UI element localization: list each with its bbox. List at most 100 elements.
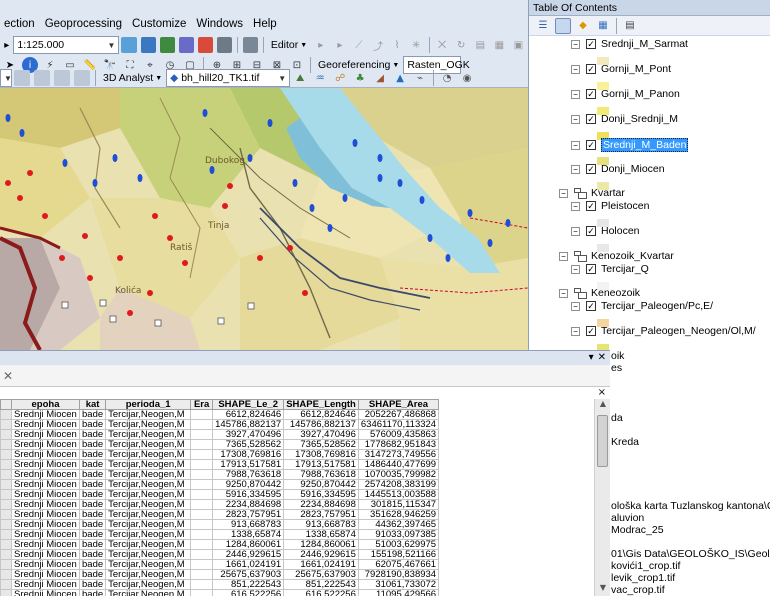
list-by-drawing-order-icon[interactable]: ☰ xyxy=(535,18,551,34)
cell-kat[interactable]: bade xyxy=(78,449,107,460)
table-row[interactable]: Srednji Miocen bade Tercijar,Neogen,M 2234,… xyxy=(0,499,440,510)
scrollbar-thumb[interactable] xyxy=(597,415,608,467)
row-selector[interactable] xyxy=(0,479,12,490)
column-header-shape-le-2[interactable]: SHAPE_Le_2 xyxy=(212,399,285,410)
cell-epoha[interactable]: Srednji Miocen xyxy=(11,549,80,560)
fixed-zoom-in-icon[interactable] xyxy=(34,70,50,86)
attributes-icon[interactable]: ▤ xyxy=(473,37,488,53)
collapse-icon[interactable]: − xyxy=(571,64,580,74)
cell-kat[interactable]: bade xyxy=(78,509,107,520)
cell-shape-length[interactable]: 7988,763618 xyxy=(283,469,359,480)
cell-shape-le-2[interactable]: 1284,860061 xyxy=(212,539,285,550)
table-row[interactable]: Srednji Miocen bade Tercijar,Neogen,M 25675… xyxy=(0,569,440,580)
cell-kat[interactable]: bade xyxy=(78,499,107,510)
row-selector[interactable] xyxy=(0,409,12,420)
cell-perioda[interactable]: Tercijar,Neogen,M xyxy=(105,509,192,520)
cell-perioda[interactable]: Tercijar,Neogen,M xyxy=(105,559,192,570)
cell-epoha[interactable]: Srednji Miocen xyxy=(11,459,80,470)
editor-toolbar-icon[interactable] xyxy=(121,37,137,53)
table-of-contents-icon[interactable] xyxy=(140,37,156,53)
cell-perioda[interactable]: Tercijar,Neogen,M xyxy=(105,589,192,596)
arcglobe-icon[interactable]: ◉ xyxy=(459,70,475,86)
cell-shape-length[interactable]: 3927,470496 xyxy=(283,429,359,440)
add-data-dropdown-icon[interactable]: ▸ xyxy=(2,37,11,53)
table-row[interactable]: Srednji Miocen bade Tercijar,Neogen,M 9250,… xyxy=(0,479,440,490)
cell-epoha[interactable]: Srednji Miocen xyxy=(11,469,80,480)
cell-shape-le-2[interactable]: 7365,528562 xyxy=(212,439,285,450)
layer-visibility-checkbox[interactable]: ✓ xyxy=(586,226,596,236)
cell-perioda[interactable]: Tercijar,Neogen,M xyxy=(105,579,192,590)
3d-analyst-menu-button[interactable]: 3D Analyst ▼ xyxy=(99,72,166,84)
toc-layer-gornji-m-pont[interactable]: − ✓ Gornji_M_Pont xyxy=(571,63,671,75)
cell-shape-length[interactable]: 17913,517581 xyxy=(283,459,359,470)
cell-epoha[interactable]: Srednji Miocen xyxy=(11,529,80,540)
row-selector[interactable] xyxy=(0,489,12,500)
table-row[interactable]: Srednji Miocen bade Tercijar,Neogen,M 913,6… xyxy=(0,519,440,530)
options-icon[interactable]: ▤ xyxy=(622,18,638,34)
cell-era[interactable] xyxy=(190,539,214,550)
close-window-icon[interactable]: ✕ xyxy=(598,352,606,363)
row-selector-header[interactable] xyxy=(0,399,12,410)
collapse-icon[interactable]: − xyxy=(559,288,568,298)
cell-shape-length[interactable]: 1284,860061 xyxy=(283,539,359,550)
cell-epoha[interactable]: Srednji Miocen xyxy=(11,479,80,490)
cell-era[interactable] xyxy=(190,589,214,596)
cell-shape-area[interactable]: 3147273,749556 xyxy=(357,449,440,460)
cell-perioda[interactable]: Tercijar,Neogen,M xyxy=(105,549,192,560)
arcscene-icon[interactable]: ◔ xyxy=(439,70,455,86)
row-selector[interactable] xyxy=(0,529,12,540)
cell-shape-length[interactable]: 17308,769816 xyxy=(283,449,359,460)
cell-shape-area[interactable]: 351628,946259 xyxy=(357,509,440,520)
table-row[interactable]: Srednji Miocen bade Tercijar,Neogen,M 2446,… xyxy=(0,549,440,560)
cell-kat[interactable]: bade xyxy=(78,539,107,550)
layer-visibility-checkbox[interactable]: ✓ xyxy=(586,264,596,274)
menu-selection[interactable]: ection xyxy=(0,18,41,30)
menu-windows[interactable]: Windows xyxy=(192,18,249,30)
row-selector[interactable] xyxy=(0,459,12,470)
cell-perioda[interactable]: Tercijar,Neogen,M xyxy=(105,489,192,500)
cell-kat[interactable]: bade xyxy=(78,589,107,596)
cell-shape-length[interactable]: 25675,637903 xyxy=(283,569,359,580)
column-header-shape-area[interactable]: SHAPE_Area xyxy=(357,399,440,410)
cell-shape-length[interactable]: 913,668783 xyxy=(283,519,359,530)
interpolate-line-icon[interactable]: ◢ xyxy=(372,70,388,86)
row-selector[interactable] xyxy=(0,579,12,590)
column-header-epoha[interactable]: epoha xyxy=(11,399,80,410)
arctoolbox-icon[interactable] xyxy=(197,37,213,53)
row-selector[interactable] xyxy=(0,449,12,460)
layer-visibility-checkbox[interactable]: ✓ xyxy=(586,89,596,99)
back-extent-icon[interactable] xyxy=(74,70,90,86)
table-row[interactable]: Srednji Miocen bade Tercijar,Neogen,M 17913… xyxy=(0,459,440,470)
cell-shape-area[interactable]: 301815,115347 xyxy=(357,499,440,510)
collapse-icon[interactable]: − xyxy=(559,251,568,261)
cell-shape-length[interactable]: 145786,882137 xyxy=(283,419,359,430)
toc-layer-gornji-m-panon[interactable]: − ✓ Gornji_M_Panon xyxy=(571,88,680,100)
cell-kat[interactable]: bade xyxy=(78,579,107,590)
list-by-selection-icon[interactable]: ▦ xyxy=(595,18,611,34)
cell-kat[interactable]: bade xyxy=(78,559,107,570)
cell-epoha[interactable]: Srednji Miocen xyxy=(11,579,80,590)
cell-shape-area[interactable]: 2574208,383199 xyxy=(357,479,440,490)
cell-shape-area[interactable]: 44362,397465 xyxy=(357,519,440,530)
map-view[interactable]: Tinja Ratiš Dubokog Kolića xyxy=(0,88,528,350)
cell-shape-length[interactable]: 7365,528562 xyxy=(283,439,359,450)
collapse-icon[interactable]: − xyxy=(571,301,580,311)
layer-visibility-checkbox[interactable]: ✓ xyxy=(586,301,596,311)
cell-shape-length[interactable]: 2823,757951 xyxy=(283,509,359,520)
column-header-kat[interactable]: kat xyxy=(78,399,107,410)
table-window-titlebar[interactable]: ▾ ✕ xyxy=(0,351,610,365)
toc-group-keneozoik[interactable]: − Keneozoik xyxy=(559,287,640,299)
cell-epoha[interactable]: Srednji Miocen xyxy=(11,449,80,460)
cell-epoha[interactable]: Srednji Miocen xyxy=(11,439,80,450)
cell-perioda[interactable]: Tercijar,Neogen,M xyxy=(105,499,192,510)
cell-shape-length[interactable]: 1661,024191 xyxy=(283,559,359,570)
column-header-era[interactable]: Era xyxy=(190,399,214,410)
cell-era[interactable] xyxy=(190,529,214,540)
cell-shape-area[interactable]: 1486440,477699 xyxy=(357,459,440,470)
cell-era[interactable] xyxy=(190,519,214,530)
row-selector[interactable] xyxy=(0,559,12,570)
map-scale-combo[interactable]: 1:125.000 ▼ xyxy=(13,36,120,54)
cell-perioda[interactable]: Tercijar,Neogen,M xyxy=(105,539,192,550)
cell-epoha[interactable]: Srednji Miocen xyxy=(11,409,80,420)
collapse-icon[interactable]: − xyxy=(559,188,568,198)
